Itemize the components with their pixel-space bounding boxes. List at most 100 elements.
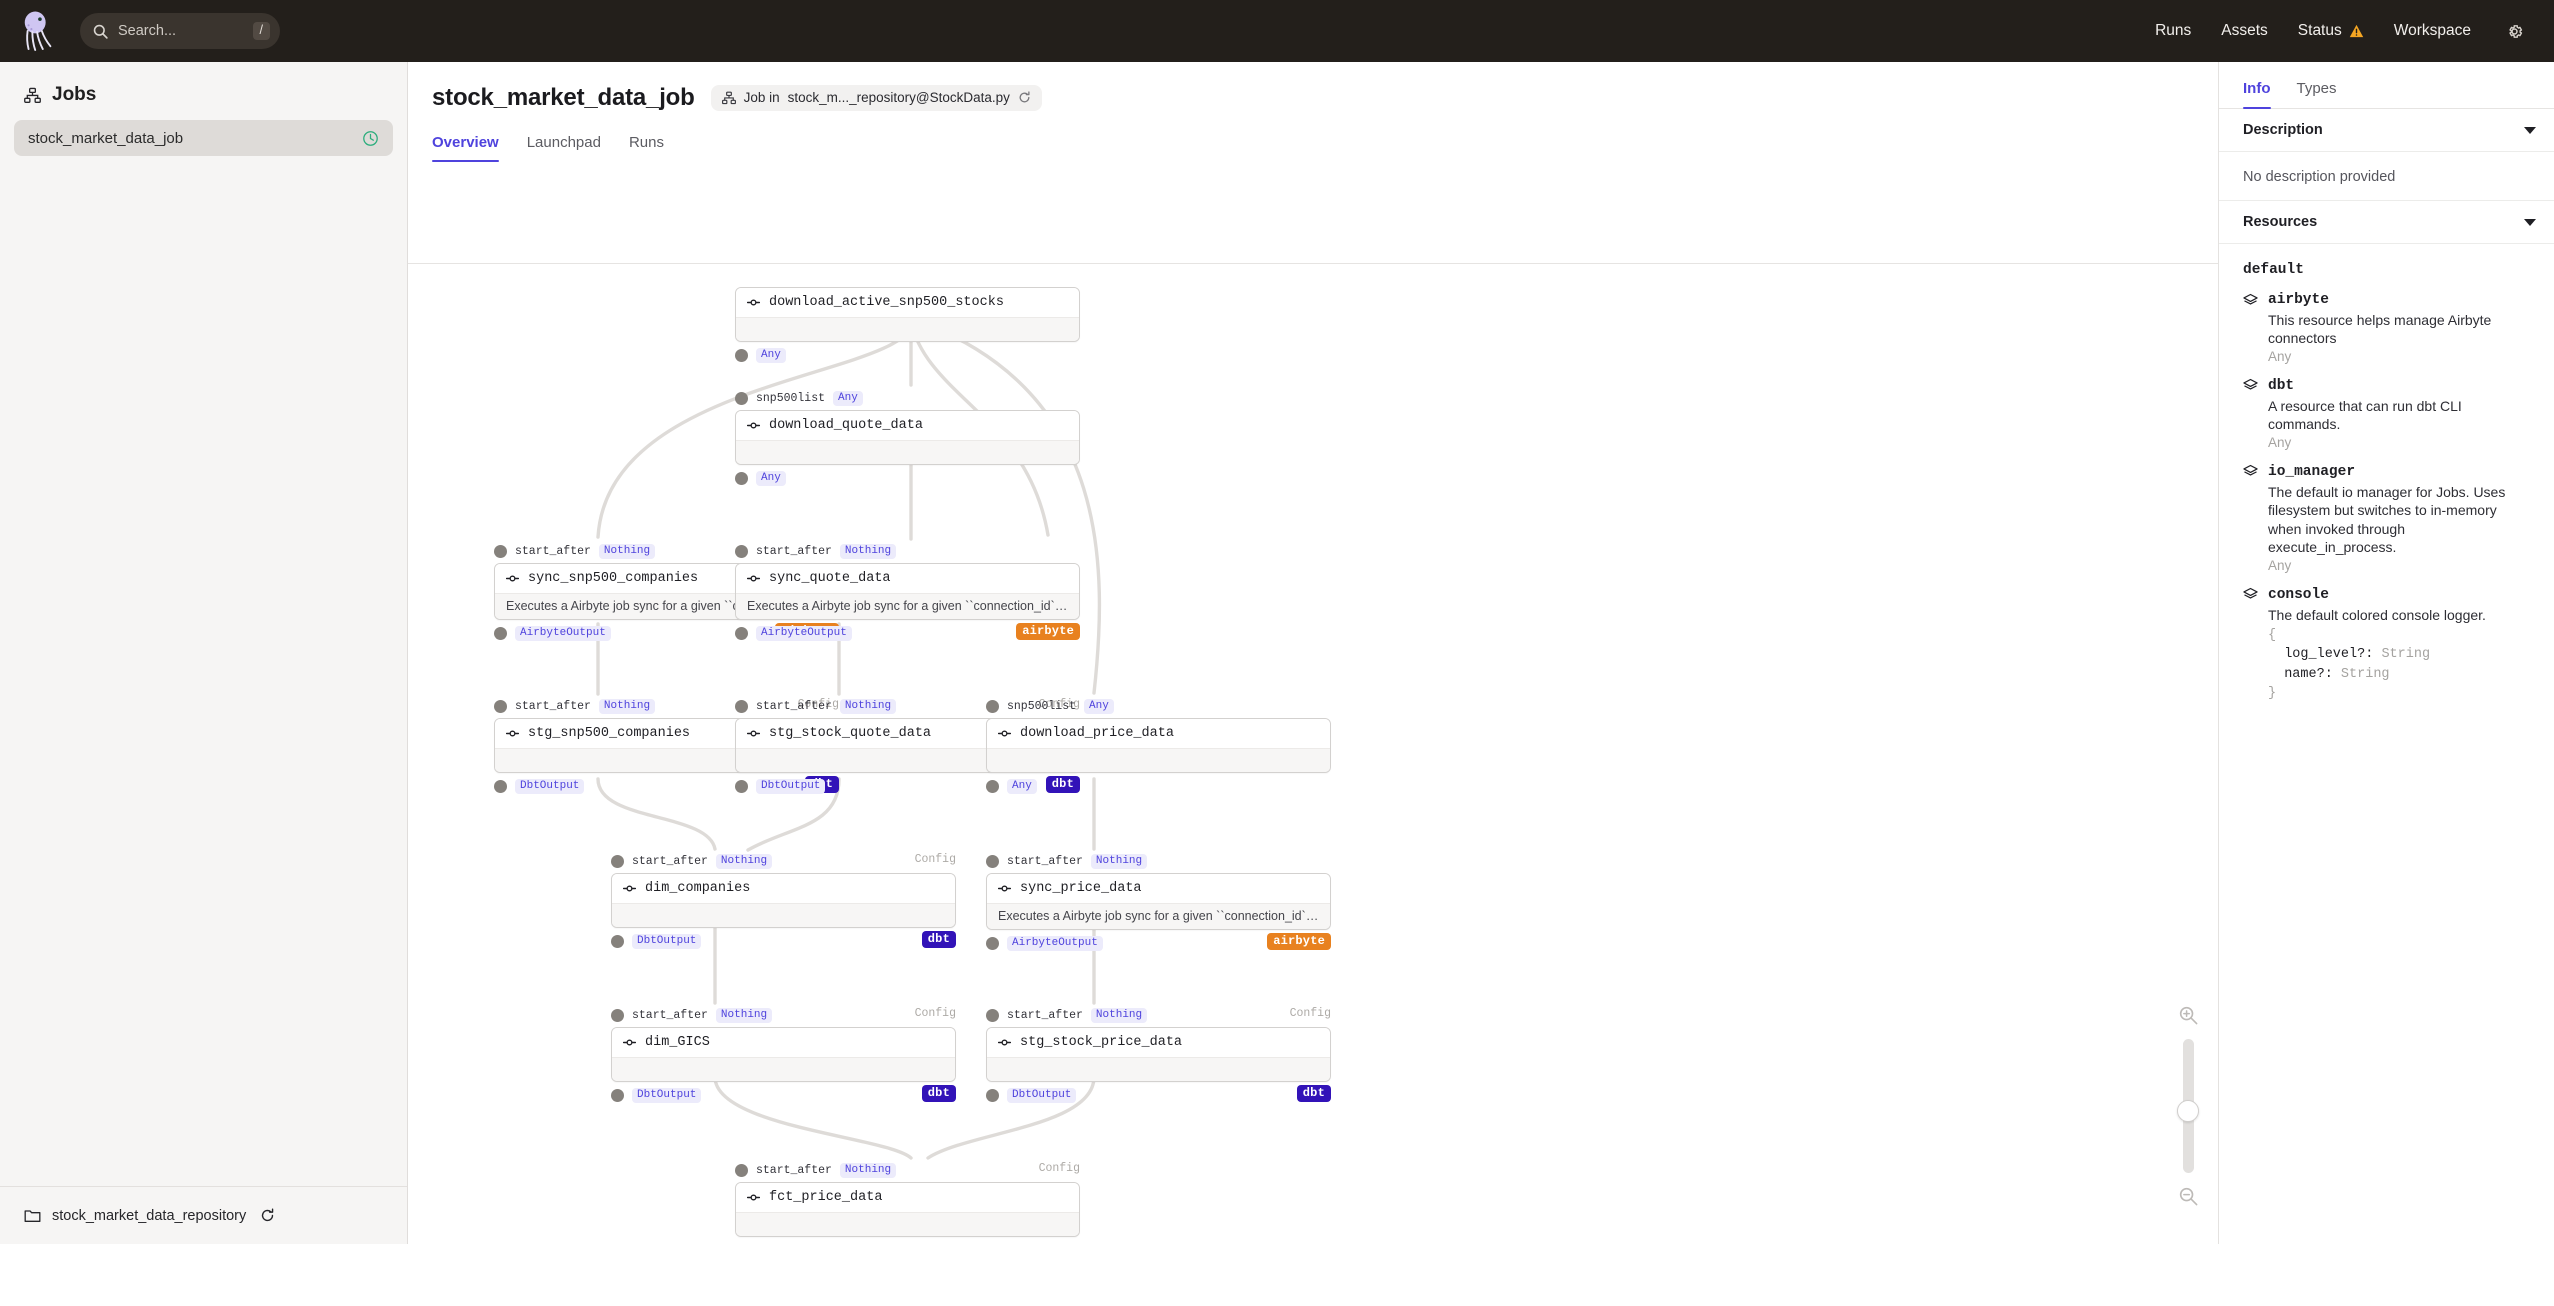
graph-node-download_price_data[interactable]: snp500list Any download_price_data Any — [986, 697, 1331, 795]
node-output-row[interactable]: DbtOutput dbt — [611, 1086, 956, 1104]
input-port-dot[interactable] — [986, 700, 999, 713]
tab-types[interactable]: Types — [2297, 80, 2337, 108]
graph-node-sync_quote_data[interactable]: start_after Nothing sync_quote_data Exec… — [735, 542, 1080, 642]
node-tag-dbt[interactable]: dbt — [1297, 1085, 1331, 1102]
node-config-label[interactable]: Config — [915, 853, 956, 866]
graph-node-download_quote_data[interactable]: snp500list Any download_quote_data Any — [735, 389, 1080, 487]
output-port-dot[interactable] — [986, 937, 999, 950]
node-box[interactable]: stg_stock_price_data — [986, 1027, 1331, 1082]
node-description — [612, 1057, 955, 1081]
input-port-dot[interactable] — [735, 1164, 748, 1177]
node-config-label[interactable]: Config — [915, 1007, 956, 1020]
zoom-slider-thumb[interactable] — [2177, 1100, 2199, 1122]
input-port-dot[interactable] — [611, 1009, 624, 1022]
global-search-input[interactable]: Search... / — [80, 13, 280, 49]
node-box[interactable]: dim_companies — [611, 873, 956, 928]
output-type-tag: DbtOutput — [1007, 1088, 1076, 1103]
node-box[interactable]: dim_GICS — [611, 1027, 956, 1082]
node-output-row[interactable]: Any — [735, 469, 1080, 487]
zoom-slider-track[interactable] — [2183, 1039, 2194, 1173]
description-section-header[interactable]: Description — [2219, 109, 2554, 152]
node-output-row[interactable]: AirbyteOutput airbyte — [735, 624, 1080, 642]
input-port-name: start_after — [515, 700, 591, 713]
refresh-icon[interactable] — [1018, 91, 1031, 104]
node-box[interactable]: download_quote_data — [735, 410, 1080, 465]
node-input-row[interactable]: start_after Nothing — [986, 852, 1331, 870]
node-output-row[interactable]: Any — [986, 777, 1331, 795]
node-box[interactable]: sync_price_data Executes a Airbyte job s… — [986, 873, 1331, 930]
node-box[interactable]: download_active_snp500_stocks — [735, 287, 1080, 342]
input-port-dot[interactable] — [735, 545, 748, 558]
zoom-out-icon[interactable] — [2178, 1186, 2199, 1207]
node-config-label[interactable]: Config — [1290, 1007, 1331, 1020]
tab-overview[interactable]: Overview — [432, 134, 515, 162]
tab-launchpad[interactable]: Launchpad — [527, 134, 617, 162]
zoom-in-icon[interactable] — [2178, 1005, 2199, 1026]
chevron-down-icon[interactable] — [2524, 127, 2536, 134]
dagster-logo[interactable] — [0, 0, 78, 62]
node-output-row[interactable]: DbtOutput dbt — [986, 1086, 1331, 1104]
input-port-dot[interactable] — [494, 545, 507, 558]
input-port-dot[interactable] — [494, 700, 507, 713]
node-config-label[interactable]: Config — [1039, 1162, 1080, 1175]
graph-zoom-controls[interactable] — [2174, 1005, 2202, 1207]
node-tag-airbyte[interactable]: airbyte — [1267, 933, 1331, 950]
input-port-dot[interactable] — [986, 1009, 999, 1022]
job-chip-location[interactable]: stock_m..._repository@StockData.py — [788, 90, 1010, 105]
resources-section-header[interactable]: Resources — [2219, 201, 2554, 244]
sidebar-item-stock-market-data-job[interactable]: stock_market_data_job — [14, 120, 393, 156]
node-input-row[interactable]: start_after Nothing Config — [735, 1161, 1080, 1179]
settings-button[interactable] — [2496, 13, 2532, 49]
op-graph-canvas[interactable]: download_active_snp500_stocks Any snp500… — [408, 267, 2218, 1306]
input-port-dot[interactable] — [735, 392, 748, 405]
node-box[interactable]: download_price_data — [986, 718, 1331, 773]
graph-node-dim_companies[interactable]: start_after Nothing Config dim_companies — [611, 852, 956, 950]
tab-types-label: Types — [2297, 80, 2337, 97]
node-input-row[interactable]: snp500list Any — [986, 697, 1331, 715]
node-tag-airbyte[interactable]: airbyte — [1016, 623, 1080, 640]
output-port-dot[interactable] — [611, 935, 624, 948]
node-output-row[interactable]: DbtOutput dbt — [611, 932, 956, 950]
input-port-dot[interactable] — [735, 700, 748, 713]
nav-link-runs[interactable]: Runs — [2140, 0, 2206, 62]
output-port-dot[interactable] — [494, 627, 507, 640]
input-port-dot[interactable] — [611, 855, 624, 868]
graph-node-fct_price_data[interactable]: start_after Nothing Config fct_price_dat… — [735, 1161, 1080, 1237]
output-port-dot[interactable] — [735, 627, 748, 640]
tab-runs[interactable]: Runs — [629, 134, 680, 162]
output-port-dot[interactable] — [735, 472, 748, 485]
node-tag-dbt[interactable]: dbt — [922, 931, 956, 948]
graph-node-dim_GICS[interactable]: start_after Nothing Config dim_GICS DbtO… — [611, 1006, 956, 1104]
graph-node-download_active_snp500_stocks[interactable]: download_active_snp500_stocks Any — [735, 287, 1080, 364]
refresh-icon[interactable] — [260, 1208, 275, 1223]
node-output-row[interactable]: AirbyteOutput airbyte — [986, 934, 1331, 952]
input-port-dot[interactable] — [986, 855, 999, 868]
node-title: sync_price_data — [987, 874, 1330, 903]
nav-link-status[interactable]: Status — [2283, 0, 2379, 62]
node-input-row[interactable]: start_after Nothing — [735, 542, 1080, 560]
node-tag-dbt[interactable]: dbt — [922, 1085, 956, 1102]
node-name: dim_GICS — [645, 1035, 710, 1050]
output-port-dot[interactable] — [986, 780, 999, 793]
graph-node-stg_stock_price_data[interactable]: start_after Nothing Config stg_stock_pri… — [986, 1006, 1331, 1104]
nav-link-workspace[interactable]: Workspace — [2379, 0, 2486, 62]
node-input-row[interactable]: start_after Nothing Config — [611, 852, 956, 870]
node-input-row[interactable]: start_after Nothing Config — [986, 1006, 1331, 1024]
node-output-row[interactable]: Any — [735, 346, 1080, 364]
job-location-chip[interactable]: Job in stock_m..._repository@StockData.p… — [711, 85, 1042, 111]
node-box[interactable]: sync_quote_data Executes a Airbyte job s… — [735, 563, 1080, 620]
clock-icon[interactable] — [362, 130, 379, 147]
output-port-dot[interactable] — [611, 1089, 624, 1102]
node-input-row[interactable]: snp500list Any — [735, 389, 1080, 407]
graph-node-sync_price_data[interactable]: start_after Nothing sync_price_data Exec… — [986, 852, 1331, 952]
tab-info[interactable]: Info — [2243, 80, 2271, 108]
chevron-down-icon[interactable] — [2524, 219, 2536, 226]
output-port-dot[interactable] — [986, 1089, 999, 1102]
node-box[interactable]: fct_price_data — [735, 1182, 1080, 1237]
sidebar-repository-footer[interactable]: stock_market_data_repository — [0, 1186, 407, 1244]
node-input-row[interactable]: start_after Nothing Config — [611, 1006, 956, 1024]
output-port-dot[interactable] — [735, 780, 748, 793]
output-port-dot[interactable] — [494, 780, 507, 793]
nav-link-assets[interactable]: Assets — [2206, 0, 2283, 62]
output-port-dot[interactable] — [735, 349, 748, 362]
